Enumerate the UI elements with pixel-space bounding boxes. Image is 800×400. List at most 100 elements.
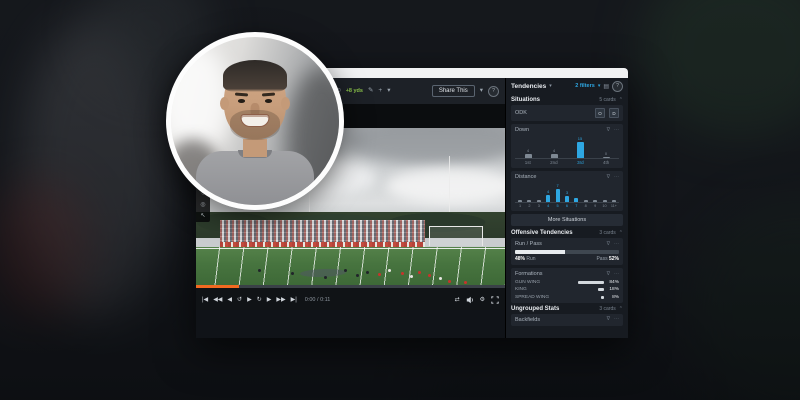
run-pass-split-bar[interactable] [515,250,619,254]
distance-bar-2[interactable] [525,183,533,202]
distance-bar[interactable] [603,200,607,202]
distance-bar-1[interactable] [516,183,524,202]
distance-bar-4[interactable]: 4 [544,183,552,202]
formation-row[interactable]: GUN WING84% [515,280,619,285]
distance-bar-10[interactable] [601,183,609,202]
cursor-tool-icon[interactable]: ↖ [200,213,205,219]
settings-button[interactable]: ⚙ [480,297,485,303]
distance-bar[interactable] [574,198,578,202]
formations-overflow-menu-icon[interactable]: ⋯ [614,272,619,277]
distance-bar[interactable] [593,200,597,202]
player-dot [291,272,294,275]
distance-bar-7[interactable] [572,183,580,202]
formation-row[interactable]: SPREAD WING8% [515,295,619,300]
fullscreen-button[interactable] [491,296,499,304]
pencil-icon[interactable]: ✎ [368,88,373,95]
down-bar[interactable] [603,157,610,158]
filters-caret-icon[interactable]: ▾ [598,83,601,89]
distance-tick-label: 1 [516,204,524,208]
presenter-neck [243,139,267,157]
player-dot [258,269,261,272]
presenter-ear [220,97,229,110]
share-this-button[interactable]: Share This [432,85,475,97]
frame-forward-button[interactable]: ▶ [267,297,272,303]
distance-bar[interactable] [527,200,531,202]
distance-bar-3[interactable] [535,183,543,202]
down-bar-2nd[interactable]: 4 [551,136,558,158]
down-filter-icon[interactable]: ∇ [607,128,610,133]
down-bar-3rd[interactable]: 15 [577,136,584,158]
run-pass-filter-icon[interactable]: ∇ [607,242,610,247]
formations-filter-icon[interactable]: ∇ [607,272,610,277]
rewind-button[interactable]: ◀◀ [213,297,222,303]
player-dot [418,271,421,274]
panel-layout-icon[interactable]: ▤ [603,83,609,90]
more-situations-button[interactable]: More Situations [511,214,623,226]
distance-overflow-menu-icon[interactable]: ⋯ [614,175,619,180]
run-pass-overflow-menu-icon[interactable]: ⋯ [614,242,619,247]
down-bar[interactable] [577,142,584,158]
down-bar-1st[interactable]: 4 [525,136,532,158]
down-bar[interactable] [551,154,558,158]
distance-tick-label: 7 [572,204,580,208]
presenter-ear [281,97,290,110]
down-bar[interactable] [525,154,532,158]
player-dot [448,280,451,283]
distance-bar-8[interactable] [582,183,590,202]
chevron-down-icon[interactable]: ▾ [387,88,390,95]
odk-toggle-d[interactable]: D [609,108,619,118]
distance-bar[interactable] [537,200,541,202]
skip-end-button[interactable]: ▶| [291,297,297,303]
odk-toggle-o[interactable]: O [595,108,605,118]
distance-bar[interactable] [584,200,588,202]
loop-button[interactable]: ⇄ [455,297,460,303]
distance-filter-icon[interactable]: ∇ [607,175,610,180]
distance-tick-label: 2 [525,204,533,208]
down-bar-value: 4 [553,148,555,153]
distance-bar[interactable] [546,195,550,202]
down-tick-label: 4th [603,160,609,165]
distance-bar[interactable] [565,196,569,202]
rotate-left-button[interactable]: ↺ [237,297,242,303]
formation-bar [578,281,604,284]
distance-bar[interactable] [612,200,616,202]
skip-start-button[interactable]: |◀ [202,297,208,303]
formation-row[interactable]: KING18% [515,287,619,292]
offensive-collapse-icon[interactable]: ⌃ [619,230,623,236]
down-overflow-menu-icon[interactable]: ⋯ [614,128,619,133]
help-button[interactable]: ? [488,86,499,97]
fast-forward-button[interactable]: ▶▶ [276,297,285,303]
distance-bar[interactable] [518,200,522,202]
pass-label: Pass [596,256,607,262]
distance-bar[interactable] [556,189,560,202]
down-bar-4th[interactable]: 0 [603,136,610,158]
filters-dropdown[interactable]: 2 filters [575,83,595,89]
share-chevron-down-icon[interactable]: ▾ [480,88,483,95]
distance-tick-label: 3 [535,204,543,208]
panel-title-caret-icon[interactable]: ▾ [549,83,552,89]
frame-back-button[interactable]: ◀ [227,297,232,303]
distance-bar-6[interactable]: 3 [563,183,571,202]
distance-bar-5[interactable]: 7 [554,183,562,202]
ungrouped-collapse-icon[interactable]: ⌃ [619,306,623,312]
panel-title[interactable]: Tendencies [511,83,546,90]
player-dot [401,272,404,275]
backfields-overflow-menu-icon[interactable]: ⋯ [614,317,619,322]
plus-icon[interactable]: + [378,88,382,95]
rotate-right-button[interactable]: ↻ [257,297,262,303]
distance-bar-11+[interactable] [610,183,618,202]
run-label: Run [526,256,535,262]
backfields-filter-icon[interactable]: ∇ [607,317,610,322]
situations-collapse-icon[interactable]: ⌃ [619,97,623,103]
field-turf [196,247,505,285]
tendencies-panel: Tendencies ▾ 2 filters ▾ ▤ ? Situations … [505,78,628,338]
panel-help-button[interactable]: ? [612,81,623,92]
volume-button[interactable] [466,296,474,304]
offensive-section-header: Offensive Tendencies 3 cards ⌃ [511,230,623,236]
yard-lines [196,247,505,285]
seek-bar[interactable] [196,285,505,288]
panel-header: Tendencies ▾ 2 filters ▾ ▤ ? [511,78,623,94]
cloud-shape [386,168,505,204]
distance-bar-9[interactable] [591,183,599,202]
play-button[interactable]: ▶ [247,297,252,303]
